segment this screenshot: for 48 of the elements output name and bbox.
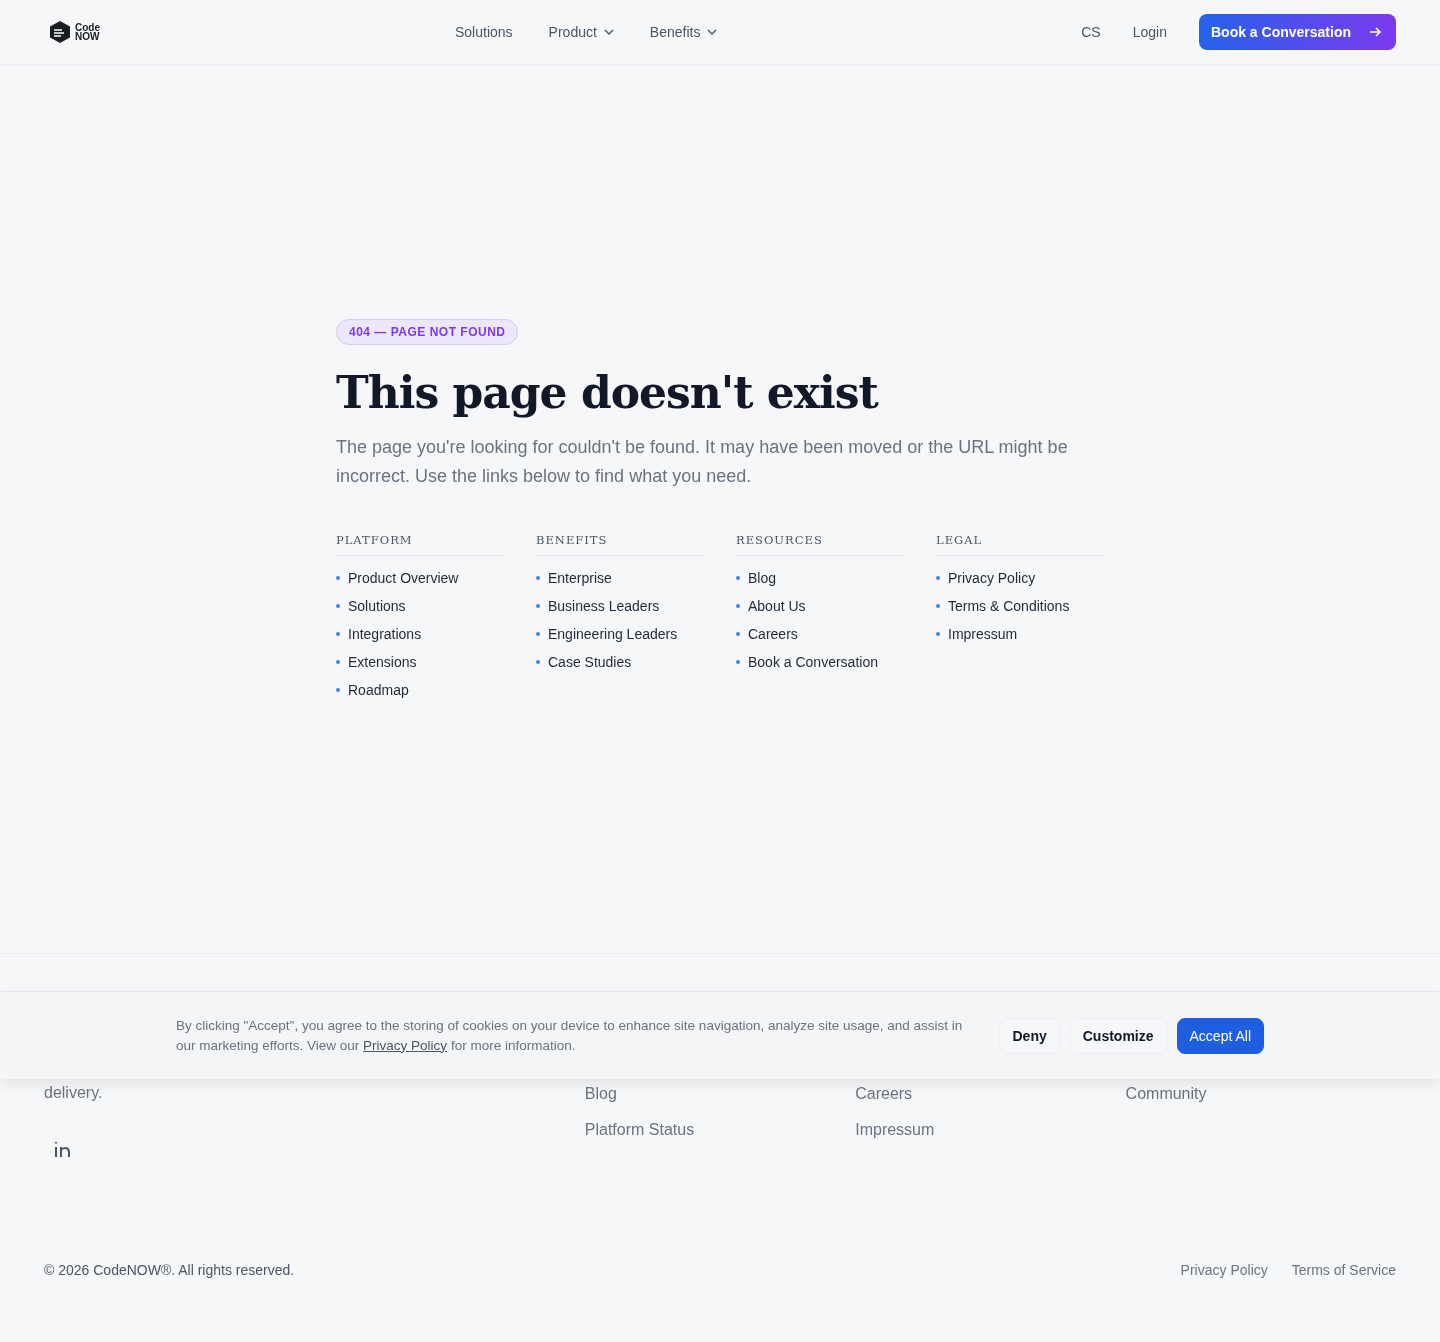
page-link[interactable]: Careers [736, 624, 906, 644]
footer-link[interactable]: Community [1125, 1084, 1396, 1104]
page-link[interactable]: Enterprise [536, 568, 706, 588]
cookie-button[interactable]: Accept All [1176, 1017, 1264, 1054]
page-title: This page doesn't exist [336, 367, 880, 419]
link-group-heading: LEGAL [936, 533, 1106, 556]
login-link[interactable]: Login [1132, 24, 1167, 40]
nav-link[interactable]: Benefits [649, 24, 718, 40]
cookie-notice: By clicking "Accept", you agree to the storing of cookies on your device to enhance site navigation, analyze site usage, and assist in our marketing efforts. View our Privacy Policy for more information. [176, 1016, 964, 1055]
book-conversation-button[interactable]: Book a Conversation [1198, 14, 1396, 50]
page-link[interactable]: Book a Conversation [736, 652, 906, 672]
page-link[interactable]: Solutions [336, 596, 506, 616]
page-link[interactable]: Extensions [336, 652, 506, 672]
error-description: The page you're looking for couldn't be found. It may have been moved or the URL might be incorrect. Use the links below to find what you need. [336, 436, 1069, 488]
footer-link[interactable]: Blog [584, 1084, 856, 1104]
link-group-heading: PLATFORM [336, 533, 506, 556]
chevron-down-icon [707, 29, 718, 35]
footer-tagline: delivery. [44, 1084, 104, 1102]
page-link[interactable]: Privacy Policy [936, 568, 1106, 588]
footer-legal-link[interactable]: Privacy Policy [1180, 1262, 1268, 1278]
page-link[interactable]: Integrations [336, 624, 506, 644]
page-link[interactable]: Case Studies [536, 652, 706, 672]
page-link[interactable]: About Us [736, 596, 906, 616]
language-link[interactable]: CS [1081, 24, 1101, 40]
link-group-heading: BENEFITS [536, 533, 706, 556]
link-group-heading: RESOURCES [736, 533, 906, 556]
footer-link[interactable]: Careers [855, 1084, 1126, 1104]
chevron-down-icon [603, 29, 614, 35]
nav-link[interactable]: Product [548, 24, 614, 40]
page-link[interactable]: Product Overview [336, 568, 506, 588]
copyright: © 2026 CodeNOW®. All rights reserved. [44, 1262, 295, 1278]
page-link[interactable]: Terms & Conditions [936, 596, 1106, 616]
cookie-button[interactable]: Customize [1069, 1017, 1167, 1054]
page-link[interactable]: Blog [736, 568, 906, 588]
page-link[interactable]: Engineering Leaders [536, 624, 706, 644]
error-badge: 404 — PAGE NOT FOUND [336, 319, 519, 345]
cookie-button[interactable]: Deny [999, 1017, 1060, 1054]
footer-link[interactable]: Platform Status [584, 1120, 856, 1140]
footer-link[interactable]: Impressum [855, 1120, 1126, 1140]
privacy-policy-link[interactable]: Privacy Policy [363, 1037, 448, 1053]
logo-icon[interactable] [48, 20, 72, 44]
nav-link[interactable]: Solutions [455, 24, 513, 40]
arrow-right-icon [1369, 26, 1382, 38]
logo-wordmark[interactable]: Code NOW [75, 23, 100, 41]
footer-legal-link[interactable]: Terms of Service [1291, 1262, 1396, 1278]
page-link[interactable]: Impressum [936, 624, 1106, 644]
page-link[interactable]: Business Leaders [536, 596, 706, 616]
page-link[interactable]: Roadmap [336, 680, 506, 700]
